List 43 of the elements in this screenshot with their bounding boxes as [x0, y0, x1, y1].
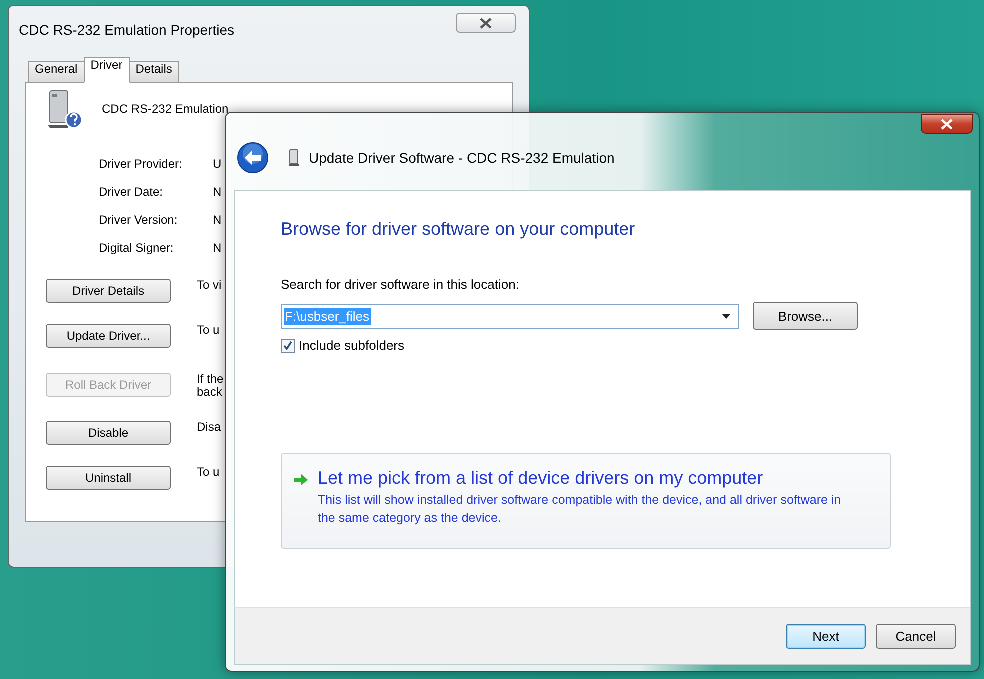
action-button[interactable]: Uninstall [46, 466, 171, 490]
action-description: To u [197, 324, 220, 337]
close-button[interactable] [456, 13, 516, 33]
option-description: This list will show installed driver software compatible with the device, and all driver software in the same category as the device. [318, 492, 842, 527]
close-icon [480, 18, 492, 28]
tab[interactable]: General [28, 61, 85, 82]
dialog-button[interactable]: Cancel [876, 624, 956, 648]
option-title: Let me pick from a list of device drivers on my computer [318, 468, 764, 489]
action-description: back [197, 386, 224, 399]
browse-button[interactable]: Browse... [753, 302, 858, 330]
checkbox-label: Include subfolders [299, 338, 405, 353]
dialog-button[interactable]: Next [786, 624, 866, 648]
field-label: Driver Provider: [99, 156, 184, 173]
window-title: Update Driver Software - CDC RS-232 Emulation [309, 150, 615, 166]
device-icon [289, 148, 299, 166]
back-button[interactable] [237, 142, 269, 174]
field-value: N [213, 212, 222, 229]
field-label: Search for driver software in this location: [281, 277, 520, 292]
field-value: N [213, 240, 222, 257]
pick-option-link[interactable]: Let me pick from a list of device drivers on my computer This list will show installed driver software compatible with the device, and all driver software in the same category as the device. [281, 453, 891, 549]
dropdown-icon [722, 314, 731, 318]
action-description: To vi [197, 279, 222, 292]
action-description: Disa [197, 421, 222, 434]
action-description: To u [197, 466, 220, 479]
tab[interactable]: Details [128, 61, 180, 82]
action-description: If the [197, 373, 224, 386]
field-value: U [213, 156, 222, 173]
computer-question-icon [46, 89, 84, 129]
field-value: N [213, 184, 222, 201]
field-label: Driver Date: [99, 184, 164, 201]
action-button[interactable]: Driver Details [46, 279, 171, 303]
action-button[interactable]: Disable [46, 421, 171, 445]
device-name: CDC RS-232 Emulation [102, 102, 229, 116]
close-icon [941, 118, 953, 130]
page-heading: Browse for driver software on your computer [281, 219, 636, 240]
tab[interactable]: Driver [84, 57, 130, 83]
action-button[interactable]: Update Driver... [46, 324, 171, 348]
window-title: CDC RS-232 Emulation Properties [18, 21, 235, 40]
field-label: Driver Version: [99, 212, 179, 229]
close-button[interactable] [921, 114, 973, 134]
field-label: Digital Signer: [99, 240, 175, 257]
arrow-icon [294, 474, 308, 486]
checkbox[interactable] [281, 338, 295, 352]
